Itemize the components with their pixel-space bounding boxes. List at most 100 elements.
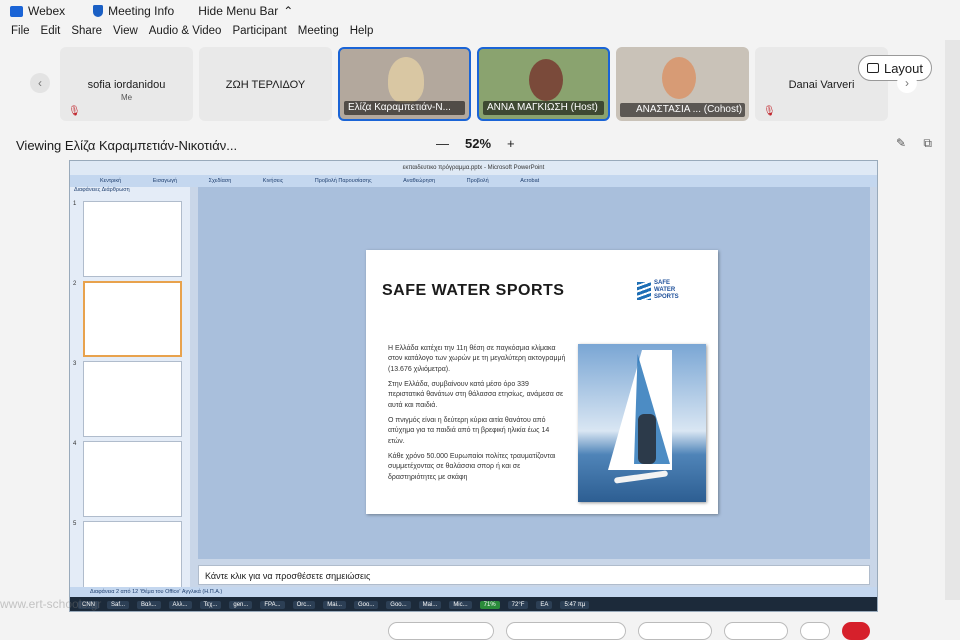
taskbar-item: Αλλ... [168,601,192,609]
slide-thumbnails-panel: Διαφάνειες Διάρθρωση 1 2 3 4 5 [70,187,190,595]
current-slide: SAFE WATER SPORTS SAFE WATER SPORTS Η Ελ… [366,250,718,514]
participant-video-tile[interactable]: Ελίζα Καραμπετιάν-Ν... [338,47,471,121]
menu-edit[interactable]: Edit [41,25,61,43]
layout-icon [866,63,879,73]
menu-audio-video[interactable]: Audio & Video [149,25,222,43]
notes-pane: Κάντε κλικ για να προσθέσετε σημειώσεις [198,565,870,585]
surfer-shape [638,414,656,464]
taskbar-item: gen... [229,601,253,609]
meeting-info-button[interactable]: Meeting Info [93,4,174,18]
shield-icon [93,5,104,17]
menu-share[interactable]: Share [71,25,102,43]
panel-tabs: Διαφάνειες Διάρθρωση [74,187,130,193]
thumb-number: 3 [73,361,77,367]
safe-water-sports-logo: SAFE WATER SPORTS [637,280,679,301]
control-pill[interactable] [638,622,712,640]
viewing-label: Viewing Ελίζα Καραμπετιάν-Νικοτιάν... [16,138,238,153]
layout-button[interactable]: Layout [858,55,932,81]
taskbar-item: FPA... [260,601,285,609]
participant-name: ΖΩΗ ΤΕΡΛΙΔΟΥ [225,79,306,91]
watermark: www.ert-schools.gr [0,597,102,611]
thumb-number: 5 [73,521,77,527]
menu-bar: File Edit Share View Audio & Video Parti… [0,25,373,43]
slide-thumbnail [83,361,182,437]
slide-bullet: Στην Ελλάδα, συμβαίνουν κατά μέσο όρο 33… [388,381,564,409]
menu-participant[interactable]: Participant [232,25,286,43]
thumb-number: 4 [73,441,77,447]
participant-name: Ελίζα Καραμπετιάν-Ν... [344,101,465,115]
participant-name: sofia iordanidou [87,79,166,91]
zoom-out-button[interactable]: — [436,136,449,151]
strip-next-button[interactable]: › [897,73,917,93]
strip-prev-button[interactable]: ‹ [30,73,50,93]
slide-bullet: Η Ελλάδα κατέχει την 11η θέση σε παγκόσμ… [388,345,566,373]
control-pill[interactable] [800,622,830,640]
taskbar-item: Τεχ... [199,601,222,609]
thumb-number: 1 [73,201,77,207]
video-face [388,57,424,103]
slide-thumbnail-selected [83,281,182,357]
ribbon-tab: Αναθεώρηση [403,178,436,184]
waves-logo-icon [637,282,651,300]
board-shape [613,470,669,484]
zoom-controls: — 52% + [428,136,523,151]
shared-screen: εκπαιδευτικο πρόγραμμα.pptx - Microsoft … [69,160,878,612]
muted-mic-icon: 🎙 [68,106,81,117]
slide-thumbnail [83,521,182,591]
control-pill[interactable] [388,622,494,640]
taskbar-item: Mai... [323,601,346,609]
leave-meeting-button[interactable] [842,622,870,640]
windows-taskbar: CNN Saf... Βαλ... Αλλ... Τεχ... gen... F… [70,597,877,611]
webex-logo-icon [10,5,23,17]
side-panel-edge [945,40,960,600]
participant-tile[interactable]: ΖΩΗ ΤΕΡΛΙΔΟΥ [199,47,332,121]
ribbon-tab: Κεντρική [100,178,122,184]
participant-tile[interactable]: sofia iordanidou Me 🎙 [60,47,193,121]
taskbar-item: Mic... [449,601,472,609]
thumb-number: 2 [73,281,77,287]
slide-bullet: Ο πνιγμός είναι η δεύτερη κύρια αιτία θα… [388,417,550,445]
powerpoint-title: εκπαιδευτικο πρόγραμμα.pptx - Microsoft … [70,161,877,175]
hide-menu-bar-button[interactable]: Hide Menu Bar ⌃ [198,4,293,18]
annotate-icon[interactable]: ✎ [896,136,906,150]
zoom-level: 52% [465,136,492,151]
menu-view[interactable]: View [113,25,138,43]
menu-meeting[interactable]: Meeting [298,25,339,43]
control-pill[interactable] [506,622,626,640]
ribbon-tab: Εισαγωγή [152,178,178,184]
menu-help[interactable]: Help [350,25,374,43]
meeting-info-label: Meeting Info [108,4,175,18]
slide-bullet: Κάθε χρόνο 50.000 Ευρωπαίοι πολίτες τραυ… [388,453,556,481]
hide-menu-bar-label: Hide Menu Bar [198,4,279,18]
windsurfer-photo [578,344,706,502]
ribbon-tab: Acrobat [520,178,540,184]
taskbar-item: Goo... [353,601,379,609]
powerpoint-ribbon: Κεντρική Εισαγωγή Σχεδίαση Κινήσεις Προβ… [70,175,877,187]
participant-name: ΑΝΑΣΤΑΣΙΑ ... (Cohost) [620,103,745,117]
app-name: Webex [28,4,66,18]
logo-line: SAFE [654,280,671,286]
taskbar-item: 5:47 πμ [560,601,590,609]
taskbar-item: Mai... [418,601,442,609]
participant-video-tile[interactable]: ΑΝΑΣΤΑΣΙΑ ... (Cohost) [616,47,749,121]
chevron-right-icon: › [905,76,909,90]
ribbon-tab: Σχεδίαση [208,178,232,184]
menu-file[interactable]: File [11,25,30,43]
ribbon-tab: Προβολή Παρουσίασης [314,178,372,184]
video-face [662,57,696,99]
webex-app-menu[interactable]: Webex [10,4,65,18]
taskbar-item: Βαλ... [137,601,161,609]
popout-icon[interactable]: ⧉ [923,136,932,150]
muted-mic-icon: 🎙 [763,106,776,117]
title-bar: Webex Meeting Info Hide Menu Bar ⌃ [0,0,960,22]
taskbar-item: Orc... [292,601,316,609]
zoom-in-button[interactable]: + [507,136,515,151]
chevron-up-icon: ⌃ [283,4,294,18]
ribbon-tab: Προβολή [466,178,489,184]
participant-video-tile[interactable]: ΑΝΝΑ ΜΑΓΚΙΩΣΗ (Host) [477,47,610,121]
control-pill[interactable] [724,622,788,640]
chevron-left-icon: ‹ [38,76,42,90]
slide-thumbnail [83,441,182,517]
ribbon-tab: Κινήσεις [262,178,284,184]
participant-me-label: Me [120,93,133,102]
